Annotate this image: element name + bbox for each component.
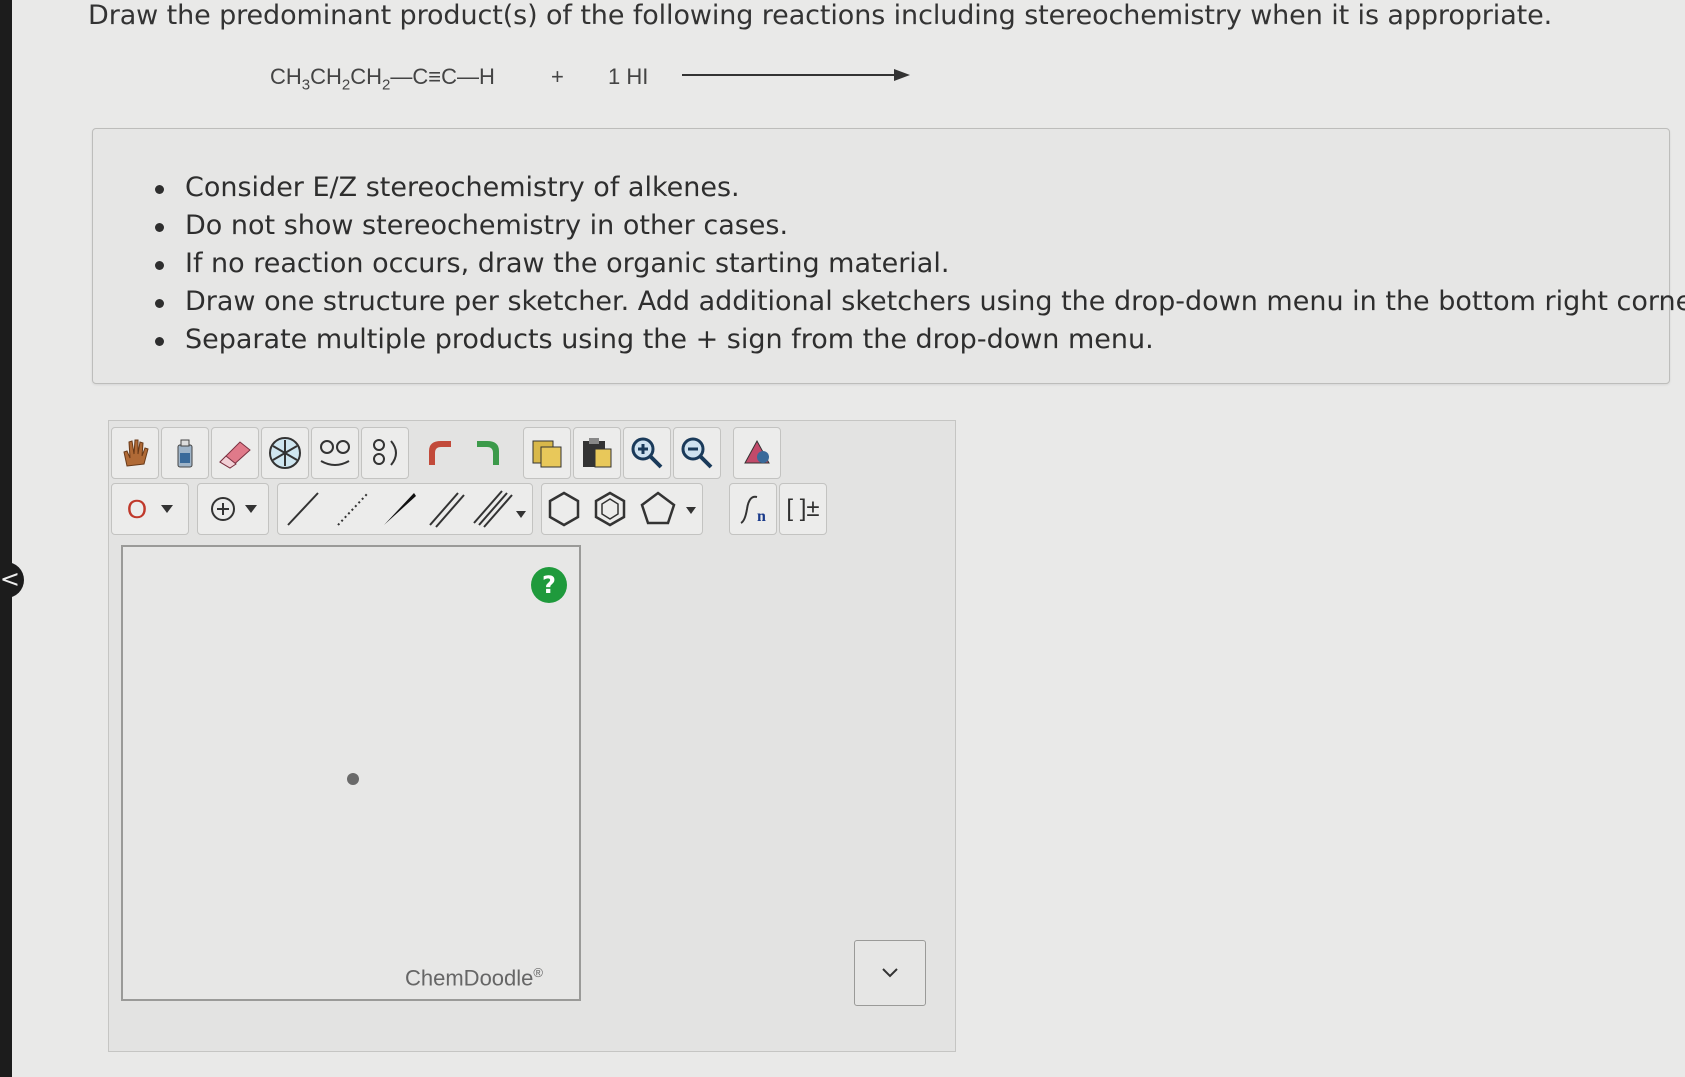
cyclohexane-icon [548, 491, 580, 527]
clear-icon[interactable] [161, 427, 209, 479]
paste-icon[interactable] [573, 427, 621, 479]
instruction-item: Separate multiple products using the + s… [154, 321, 1685, 359]
copy-icon[interactable] [523, 427, 571, 479]
symmetry-icon[interactable] [311, 427, 359, 479]
benzene-icon [594, 491, 626, 527]
question-text: Draw the predominant product(s) of the f… [88, 0, 1553, 31]
drawing-canvas[interactable]: ? ChemDoodle® [121, 545, 581, 1001]
bracket-button[interactable]: [ ]± [779, 483, 827, 535]
single-bond-icon [287, 492, 319, 526]
chevron-down-icon [882, 968, 898, 978]
plus-charge-icon [211, 497, 235, 521]
canvas-center-dot [347, 773, 359, 785]
reaction-arrow [682, 69, 910, 81]
wedge-bond-icon [384, 493, 416, 525]
reactant-part: —C≡C—H [390, 64, 495, 89]
sgroup-sub: n [757, 508, 766, 525]
rotate-icon[interactable] [361, 427, 409, 479]
atom-label: O [126, 493, 148, 524]
reagent: 1 HI [608, 64, 649, 89]
reactant-formula: CH3CH2CH2—C≡C—H [270, 64, 495, 93]
help-icon[interactable]: ? [531, 567, 567, 603]
plus-sign: + [551, 64, 564, 89]
registered-mark: ® [533, 965, 543, 980]
zoom-in-icon[interactable] [623, 427, 671, 479]
bond-tools [277, 483, 533, 535]
chevron-down-icon [245, 505, 257, 513]
double-bond-icon [429, 492, 459, 526]
left-edge [0, 0, 12, 1077]
template-icon[interactable] [261, 427, 309, 479]
chemdoodle-watermark: ChemDoodle® [405, 965, 543, 991]
instruction-item: Do not show stereochemistry in other cas… [154, 207, 1685, 245]
ring-tools [541, 483, 703, 535]
instructions-list: Consider E/Z stereochemistry of alkenes.… [93, 169, 1685, 359]
undo-icon[interactable] [417, 427, 465, 479]
hand-icon[interactable] [111, 427, 159, 479]
instruction-item: Consider E/Z stereochemistry of alkenes. [154, 169, 1685, 207]
chemdoodle-sketcher: O n [ ]± ? ChemDoodle® [108, 420, 956, 1052]
chevron-down-icon [161, 505, 174, 513]
add-sketcher-dropdown[interactable] [854, 940, 926, 1006]
redo-icon[interactable] [463, 427, 511, 479]
dashed-bond-icon [337, 492, 369, 526]
previous-tab-button[interactable]: < [0, 562, 24, 598]
instruction-item: If no reaction occurs, draw the organic … [154, 245, 1685, 283]
clean-icon[interactable] [733, 427, 781, 479]
instruction-item: Draw one structure per sketcher. Add add… [154, 283, 1685, 321]
instructions-box: Consider E/Z stereochemistry of alkenes.… [92, 128, 1685, 384]
watermark-text: ChemDoodle [405, 965, 534, 991]
reactant-part: CH [310, 64, 342, 89]
sgroup-icon[interactable]: n [729, 483, 777, 535]
charge-selector[interactable] [197, 483, 269, 535]
reactant-subscript: 3 [301, 76, 311, 94]
zoom-out-icon[interactable] [673, 427, 721, 479]
reactant-subscript: 2 [341, 76, 351, 94]
atom-selector[interactable]: O [111, 483, 189, 535]
cyclopentane-icon [640, 491, 676, 525]
triple-bond-icon [473, 490, 503, 524]
eraser-icon[interactable] [211, 427, 259, 479]
reactant-part: CH [350, 64, 383, 89]
reactant-part: CH [270, 64, 302, 89]
